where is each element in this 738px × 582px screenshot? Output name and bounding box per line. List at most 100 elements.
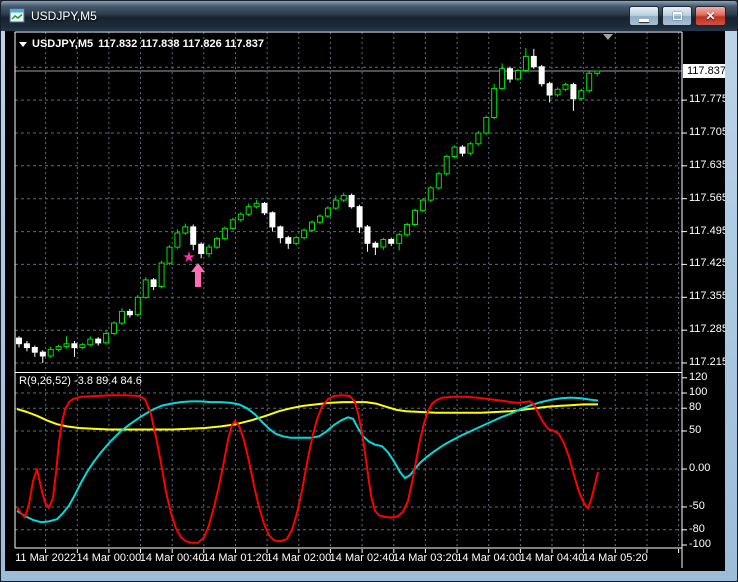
bull-candle [499, 68, 506, 89]
bull-candle [467, 143, 474, 154]
bull-candle [111, 322, 117, 334]
bull-candle [317, 215, 323, 223]
price-axis-tick: 117.285 [689, 323, 725, 336]
bull-candle [427, 187, 434, 201]
bull-candle [253, 202, 260, 208]
indicator-axis-tick: -100 [689, 538, 712, 550]
bear-candle [95, 338, 102, 344]
price-axis-tick: 117.425 [689, 257, 725, 270]
indicator-axis-tick: -50 [689, 500, 705, 512]
bull-candle [396, 234, 403, 244]
wpr-red-line [16, 394, 599, 544]
indicator-axis-tick: 50 [689, 424, 702, 436]
bull-candle [380, 239, 387, 248]
bull-candle [245, 206, 252, 215]
chart-canvas[interactable]: ★ [5, 31, 725, 571]
bull-candle [412, 209, 418, 225]
price-axis-tick: 117.775 [689, 93, 725, 106]
price-axis-tick: 117.355 [689, 290, 725, 303]
bear-candle [372, 242, 379, 248]
symbol-label: USDJPY,M5 [32, 38, 94, 50]
bear-candle [546, 83, 553, 96]
title-bar[interactable]: USDJPY,M5 ✕ [1, 1, 737, 31]
bull-candle [182, 226, 189, 234]
current-price-box: 117.837 [683, 64, 725, 78]
bear-candle [261, 202, 268, 214]
bull-candle [103, 332, 110, 344]
bear-candle [348, 194, 355, 208]
minimize-button[interactable] [629, 6, 659, 26]
bull-candle [174, 232, 181, 248]
bull-candle [237, 213, 244, 221]
bull-candle [63, 343, 70, 348]
close-button[interactable]: ✕ [695, 6, 726, 26]
bull-candle [419, 199, 426, 211]
bull-candle [515, 70, 521, 80]
bear-candle [507, 68, 513, 80]
bull-candle [332, 199, 339, 209]
chart-window: USDJPY,M5 ✕ ★ USDJPY,M5 117.832 117.838 … [0, 0, 738, 582]
chart-header: USDJPY,M5 117.832 117.838 117.826 117.83… [19, 38, 264, 50]
bull-candle [443, 155, 450, 175]
buy-arrow-icon [191, 263, 205, 287]
price-axis-tick: 117.565 [689, 191, 725, 204]
bear-candle [530, 55, 537, 68]
bull-candle [324, 207, 331, 217]
bear-candle [285, 237, 292, 244]
wpr-yellow-line [16, 401, 598, 431]
chevron-down-icon [19, 41, 27, 47]
bull-candle [229, 219, 236, 229]
indicator-axis-tick: 120 [689, 370, 708, 383]
bear-candle [364, 226, 371, 244]
bull-candle [594, 70, 601, 74]
indicator-axis-tick: 100 [689, 386, 708, 398]
bull-candle [301, 229, 308, 239]
bull-candle [55, 346, 62, 350]
bull-candle [206, 246, 213, 255]
ohlc-values: 117.832 117.838 117.826 117.837 [98, 38, 264, 50]
bull-candle [475, 132, 482, 145]
bull-candle [221, 227, 228, 240]
bear-candle [570, 84, 577, 100]
bull-candle [293, 237, 300, 244]
bear-candle [269, 212, 276, 228]
bear-candle [459, 146, 466, 154]
bear-candle [31, 347, 38, 353]
maximize-button[interactable] [662, 6, 692, 26]
bull-candle [491, 87, 498, 119]
price-axis-tick: 117.705 [689, 125, 725, 138]
bull-candle [578, 90, 585, 100]
bull-candle [134, 296, 141, 316]
bull-candle [451, 146, 458, 157]
indicator-axis-tick: -80 [689, 522, 705, 535]
bull-candle [158, 262, 165, 287]
bear-candle [190, 226, 197, 245]
bull-candle [166, 246, 173, 264]
bear-candle [71, 343, 78, 349]
indicator-axis-tick: 0.00 [689, 462, 711, 474]
bull-candle [309, 221, 315, 231]
bull-candle [483, 117, 490, 134]
bear-candle [277, 226, 284, 239]
indicator-axis-tick: 80 [689, 401, 702, 414]
bear-candle [150, 279, 157, 287]
chart-client-area[interactable]: ★ USDJPY,M5 117.832 117.838 117.826 117.… [5, 31, 725, 571]
price-axis-tick: 117.215 [689, 356, 725, 369]
bull-candle [79, 344, 86, 349]
window-title: USDJPY,M5 [31, 9, 97, 23]
buy-star-icon: ★ [182, 248, 195, 266]
bull-candle [214, 238, 220, 248]
bear-candle [356, 206, 363, 228]
bull-candle [554, 88, 561, 96]
bull-candle [562, 84, 569, 90]
bear-candle [23, 343, 30, 349]
bull-candle [47, 348, 54, 357]
bear-candle [388, 239, 395, 244]
bear-candle [198, 243, 205, 255]
minimize-icon [639, 18, 649, 22]
bull-candle [586, 72, 593, 92]
price-axis-tick: 117.495 [689, 224, 725, 237]
bear-candle [39, 351, 46, 357]
bull-candle [87, 338, 94, 346]
window-icon [9, 8, 25, 24]
